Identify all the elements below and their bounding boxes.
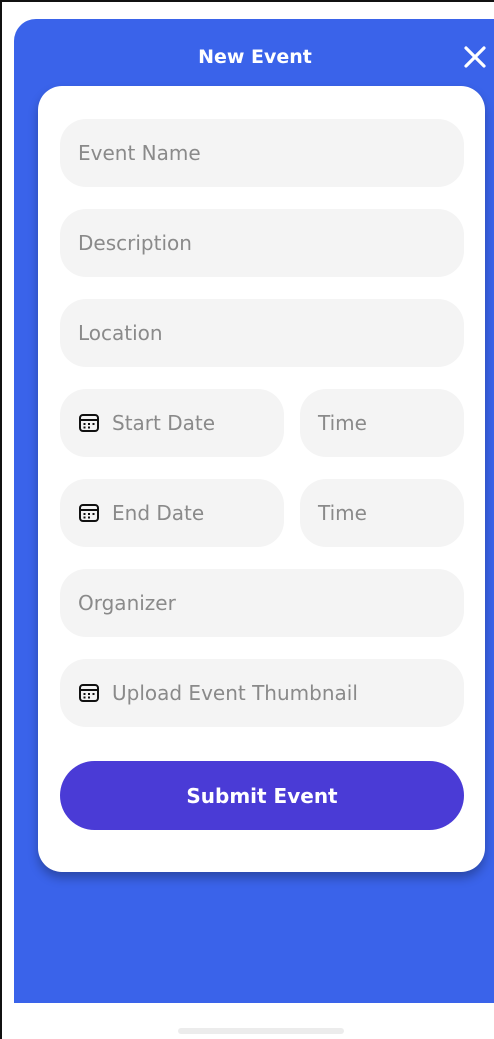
modal-title: New Event (198, 46, 312, 68)
start-time-input[interactable]: Time (300, 389, 464, 457)
calendar-icon (78, 502, 100, 524)
end-time-placeholder: Time (318, 501, 367, 525)
description-input[interactable]: Description (60, 209, 464, 277)
description-placeholder: Description (78, 231, 192, 255)
app-frame: New Event Event Name Description Locatio… (0, 0, 494, 1039)
start-date-placeholder: Start Date (112, 411, 216, 435)
calendar-icon (78, 682, 100, 704)
location-input[interactable]: Location (60, 299, 464, 367)
end-time-input[interactable]: Time (300, 479, 464, 547)
upload-thumbnail-input[interactable]: Upload Event Thumbnail (60, 659, 464, 727)
event-name-input[interactable]: Event Name (60, 119, 464, 187)
start-date-input[interactable]: Start Date (60, 389, 284, 457)
calendar-icon (78, 412, 100, 434)
organizer-placeholder: Organizer (78, 591, 176, 615)
close-icon (464, 46, 486, 68)
end-date-placeholder: End Date (112, 501, 205, 525)
upload-thumbnail-placeholder: Upload Event Thumbnail (112, 681, 358, 705)
submit-event-button[interactable]: Submit Event (60, 761, 464, 830)
close-button[interactable] (458, 40, 492, 74)
organizer-input[interactable]: Organizer (60, 569, 464, 637)
end-date-input[interactable]: End Date (60, 479, 284, 547)
start-time-placeholder: Time (318, 411, 367, 435)
home-indicator (178, 1028, 344, 1034)
event-name-placeholder: Event Name (78, 141, 201, 165)
location-placeholder: Location (78, 321, 163, 345)
